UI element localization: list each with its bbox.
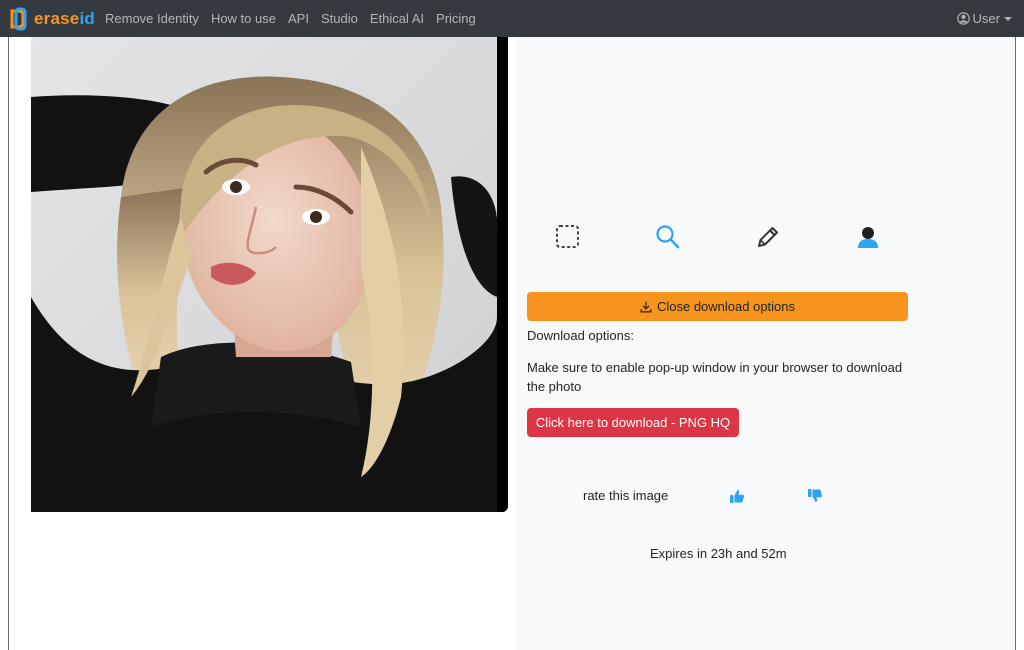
thumbs-up-icon[interactable] — [729, 488, 745, 504]
eraseid-logo-icon — [10, 7, 27, 31]
nav-link-how-to-use[interactable]: How to use — [211, 11, 276, 26]
brand-name-id: id — [79, 9, 95, 28]
rate-image-label: rate this image — [583, 488, 669, 503]
close-download-options-button[interactable]: Close download options — [527, 292, 908, 321]
brand-logo-link[interactable]: eraseid — [8, 7, 95, 31]
nav-link-remove-identity[interactable]: Remove Identity — [105, 11, 199, 26]
thumbs-down-icon[interactable] — [807, 488, 823, 504]
user-silhouette-icon[interactable] — [855, 224, 881, 250]
download-options-label: Download options: — [527, 328, 634, 343]
user-circle-icon — [956, 12, 970, 25]
nav-link-studio[interactable]: Studio — [321, 11, 358, 26]
download-png-hq-button[interactable]: Click here to download - PNG HQ — [527, 408, 739, 437]
download-icon — [640, 301, 652, 312]
brand-name-erase: erase — [34, 9, 80, 28]
search-icon[interactable] — [655, 224, 681, 250]
popup-note: Make sure to enable pop-up window in you… — [527, 360, 903, 394]
processed-photo — [31, 37, 508, 512]
user-menu-label: User — [972, 11, 1000, 26]
user-menu[interactable]: User — [956, 0, 1012, 37]
chevron-down-icon — [1004, 16, 1012, 21]
expires-text: Expires in 23h and 52m — [650, 546, 787, 561]
pencil-icon[interactable] — [755, 224, 781, 250]
close-download-options-label: Close download options — [656, 299, 796, 314]
nav-links: Remove Identity How to use API Studio Et… — [99, 0, 482, 37]
nav-link-ethical-ai[interactable]: Ethical AI — [370, 11, 424, 26]
nav-link-api[interactable]: API — [288, 11, 309, 26]
navbar: eraseid Remove Identity How to use API S… — [0, 0, 1024, 37]
download-png-hq-label: Click here to download - PNG HQ — [535, 415, 731, 430]
brand-name: eraseid — [34, 9, 95, 29]
nav-link-pricing[interactable]: Pricing — [436, 11, 476, 26]
select-icon[interactable] — [555, 224, 581, 250]
